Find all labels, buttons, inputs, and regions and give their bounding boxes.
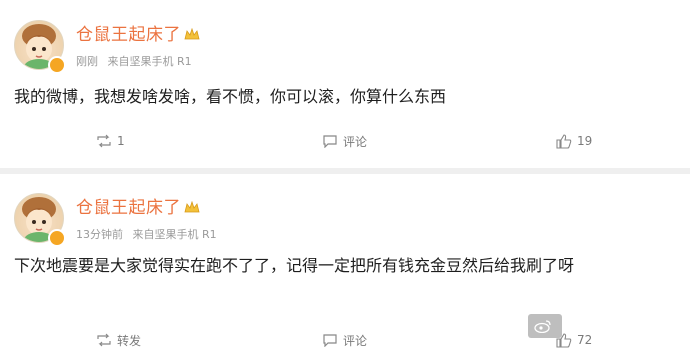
username-text[interactable]: 仓鼠王起床了	[76, 25, 181, 45]
post-meta: 刚刚 来自坚果手机 R1	[76, 53, 198, 69]
thumbs-up-icon	[556, 133, 572, 149]
post-content: 我的微博，我想发啥发啥，看不惯，你可以滚，你算什么东西	[14, 87, 447, 106]
repost-label: 转发	[117, 333, 142, 348]
verified-badge-icon	[48, 229, 66, 247]
verified-badge-icon	[48, 56, 66, 74]
comment-label: 评论	[343, 333, 368, 348]
watermark	[528, 314, 562, 338]
vip-crown-icon	[184, 28, 200, 40]
like-count: 72	[577, 333, 593, 347]
repost-count: 1	[117, 134, 125, 148]
like-count: 19	[577, 134, 593, 148]
repost-button[interactable]: 1	[96, 129, 125, 153]
vip-crown-icon	[184, 201, 200, 213]
username[interactable]: 仓鼠王起床了	[76, 193, 200, 218]
weibo-post: 仓鼠王起床了 刚刚 来自坚果手机 R1 我的微博，我想发啥发啥，看不惯，你可以滚…	[0, 0, 690, 168]
post-time: 13分钟前	[76, 228, 123, 241]
comment-button[interactable]: 评论	[322, 328, 367, 352]
repost-button[interactable]: 转发	[96, 328, 141, 352]
post-time: 刚刚	[76, 55, 98, 68]
comment-label: 评论	[343, 134, 368, 149]
comment-button[interactable]: 评论	[322, 129, 367, 153]
post-actions: 转发 评论 72	[0, 328, 690, 352]
weibo-logo-icon	[534, 320, 551, 333]
like-button[interactable]: 19	[556, 129, 592, 153]
post-source: 来自坚果手机 R1	[132, 228, 217, 241]
post-meta: 13分钟前 来自坚果手机 R1	[76, 226, 223, 242]
comment-icon	[323, 135, 337, 148]
comment-icon	[323, 334, 337, 347]
post-source: 来自坚果手机 R1	[107, 55, 192, 68]
repost-icon	[97, 134, 111, 148]
post-content: 下次地震要是大家觉得实在跑不了了，记得一定把所有钱充金豆然后给我刷了呀	[14, 256, 575, 275]
username-text[interactable]: 仓鼠王起床了	[76, 198, 181, 218]
post-actions: 1 评论 19	[0, 129, 690, 153]
username[interactable]: 仓鼠王起床了	[76, 20, 200, 45]
repost-icon	[97, 333, 111, 347]
